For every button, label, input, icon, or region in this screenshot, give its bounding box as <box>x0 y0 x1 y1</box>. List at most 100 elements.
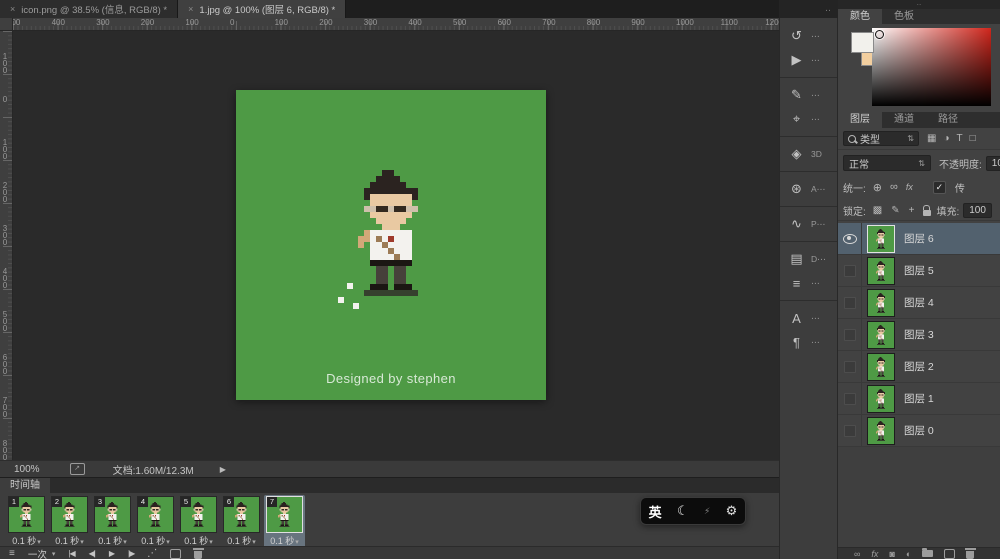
actions-panel-button[interactable]: ▶⋯ <box>780 48 837 72</box>
properties-panel-button[interactable]: ∿P⋯ <box>780 212 837 236</box>
frame-thumbnail[interactable]: 3 <box>95 497 130 532</box>
visibility-toggle[interactable] <box>838 383 862 414</box>
tab-icon-png[interactable]: × icon.png @ 38.5% (信息, RGB/8) * <box>0 0 178 18</box>
paragraph-panel-button[interactable]: ¶⋯ <box>780 330 837 354</box>
layer-row[interactable]: 图层 4 <box>838 287 1000 319</box>
propagate-checkbox[interactable]: ✓ <box>933 181 946 194</box>
delete-frame-icon[interactable] <box>194 551 202 559</box>
lock-position-icon[interactable]: + <box>909 205 915 216</box>
layer-name[interactable]: 图层 5 <box>904 263 934 278</box>
clone-source-panel-button[interactable]: ⌖⋯ <box>780 107 837 131</box>
layer-style-icon[interactable]: fx <box>871 549 878 559</box>
frame-thumbnail[interactable]: 2 <box>52 497 87 532</box>
layer-row[interactable]: 图层 3 <box>838 319 1000 351</box>
visibility-toggle[interactable] <box>838 415 862 446</box>
timeline-frame[interactable]: 50.1 秒▾ <box>178 495 219 548</box>
tab-swatches[interactable]: 色板 <box>882 9 926 24</box>
layer-group-icon[interactable] <box>922 550 933 557</box>
tab-paths[interactable]: 路径 <box>926 112 970 128</box>
timeline-frame[interactable]: 30.1 秒▾ <box>92 495 133 548</box>
timeline-frame[interactable]: 20.1 秒▾ <box>49 495 90 548</box>
tab-channels[interactable]: 通道 <box>882 112 926 128</box>
new-frame-icon[interactable] <box>170 549 181 559</box>
close-icon[interactable]: × <box>10 4 15 14</box>
new-layer-icon[interactable] <box>944 549 955 559</box>
layer-thumbnail[interactable] <box>868 386 894 412</box>
layer-mask-icon[interactable]: ◙ <box>889 549 894 559</box>
next-frame-button[interactable]: |▶ <box>128 549 134 558</box>
export-icon[interactable]: ↗ <box>70 463 85 475</box>
layer-row[interactable]: 图层 6 <box>838 223 1000 255</box>
visibility-toggle[interactable] <box>838 319 862 350</box>
zoom-level-field[interactable]: 100% <box>14 464 40 475</box>
timeline-frame[interactable]: 60.1 秒▾ <box>221 495 262 548</box>
layer-name[interactable]: 图层 0 <box>904 423 934 438</box>
play-button[interactable]: ▶ <box>109 549 114 558</box>
tool-presets-panel-button[interactable]: ✎⋯ <box>780 83 837 107</box>
panel-collapse-icon[interactable]: ‥ <box>838 0 1000 9</box>
input-language-indicator[interactable]: 英 <box>649 502 662 521</box>
frame-thumbnail[interactable]: 5 <box>181 497 216 532</box>
unify-visibility-icon[interactable]: ∞ <box>890 181 898 193</box>
loop-count-select[interactable]: 一次 ▾ <box>28 547 56 559</box>
layer-name[interactable]: 图层 3 <box>904 327 934 342</box>
color-cursor[interactable] <box>875 30 884 39</box>
frame-thumbnail[interactable]: 1 <box>9 497 44 532</box>
filter-pixel-layers-icon[interactable]: ▦ <box>927 133 936 144</box>
layer-thumbnail[interactable] <box>868 258 894 284</box>
layer-name[interactable]: 图层 2 <box>904 359 934 374</box>
tab-layers[interactable]: 图层 <box>838 112 882 128</box>
frame-thumbnail[interactable]: 4 <box>138 497 173 532</box>
layer-thumbnail[interactable] <box>868 354 894 380</box>
adjustments-panel-button[interactable]: ⊛A⋯ <box>780 177 837 201</box>
frame-thumbnail[interactable]: 7 <box>267 497 302 532</box>
layer-row[interactable]: 图层 1 <box>838 383 1000 415</box>
filter-type-layers-icon[interactable]: T <box>957 133 963 144</box>
lock-transparent-pixels-icon[interactable]: ▩ <box>873 205 882 216</box>
notes-panel-button[interactable]: ≡⋯ <box>780 271 837 295</box>
layer-row[interactable]: 图层 0 <box>838 415 1000 447</box>
layer-row[interactable]: 图层 2 <box>838 351 1000 383</box>
layer-thumbnail[interactable] <box>868 418 894 444</box>
layer-comps-panel-button[interactable]: ▤D⋯ <box>780 247 837 271</box>
layer-name[interactable]: 图层 1 <box>904 391 934 406</box>
color-picker-field[interactable] <box>872 28 991 106</box>
tab-color[interactable]: 颜色 <box>838 9 882 24</box>
layer-name[interactable]: 图层 4 <box>904 295 934 310</box>
tab-timeline[interactable]: 时间轴 <box>0 478 50 493</box>
timeline-frame[interactable]: 10.1 秒▾ <box>6 495 47 548</box>
filter-type-select[interactable]: 类型 ⇅ <box>843 131 919 146</box>
gear-icon[interactable]: ⚙ <box>726 503 738 519</box>
layer-thumbnail[interactable] <box>868 322 894 348</box>
fill-value[interactable]: 100 <box>963 203 992 218</box>
close-icon[interactable]: × <box>188 4 193 14</box>
visibility-toggle[interactable] <box>838 287 862 318</box>
character-panel-button[interactable]: A⋯ <box>780 306 837 330</box>
document-canvas[interactable]: Designed by stephen <box>236 90 546 400</box>
first-frame-button[interactable]: |◀ <box>68 549 74 558</box>
toolstrip-collapse-icon[interactable]: ‥ <box>779 0 838 18</box>
unify-position-icon[interactable]: ⊕ <box>873 181 882 194</box>
lightning-icon[interactable]: ⚡ <box>704 506 710 517</box>
lock-all-icon[interactable] <box>923 210 931 216</box>
layer-thumbnail[interactable] <box>868 290 894 316</box>
opacity-value[interactable]: 100 <box>986 156 1000 171</box>
timeline-frame[interactable]: 40.1 秒▾ <box>135 495 176 548</box>
timeline-frame[interactable]: 70.1 秒▾ <box>264 495 305 548</box>
unify-style-icon[interactable]: fx <box>906 182 913 192</box>
previous-frame-button[interactable]: ◀| <box>89 549 95 558</box>
tab-1-jpg[interactable]: × 1.jpg @ 100% (图层 6, RGB/8) * <box>178 0 346 18</box>
visibility-toggle[interactable] <box>838 255 862 286</box>
frame-thumbnail[interactable]: 6 <box>224 497 259 532</box>
foreground-color-swatch[interactable] <box>851 32 874 53</box>
history-panel-button[interactable]: ↺⋯ <box>780 24 837 48</box>
convert-timeline-icon[interactable]: ≡ <box>9 548 15 559</box>
lock-image-pixels-icon[interactable]: ✎ <box>891 205 899 216</box>
visibility-toggle[interactable] <box>838 223 862 254</box>
adjustment-layer-icon[interactable]: ◐ <box>906 549 911 559</box>
delete-layer-icon[interactable] <box>966 551 974 559</box>
filter-shape-layers-icon[interactable]: □ <box>970 133 976 144</box>
blend-mode-select[interactable]: 正常 ⇅ <box>843 155 931 171</box>
link-layers-icon[interactable]: ∞ <box>854 549 860 559</box>
visibility-toggle[interactable] <box>838 351 862 382</box>
